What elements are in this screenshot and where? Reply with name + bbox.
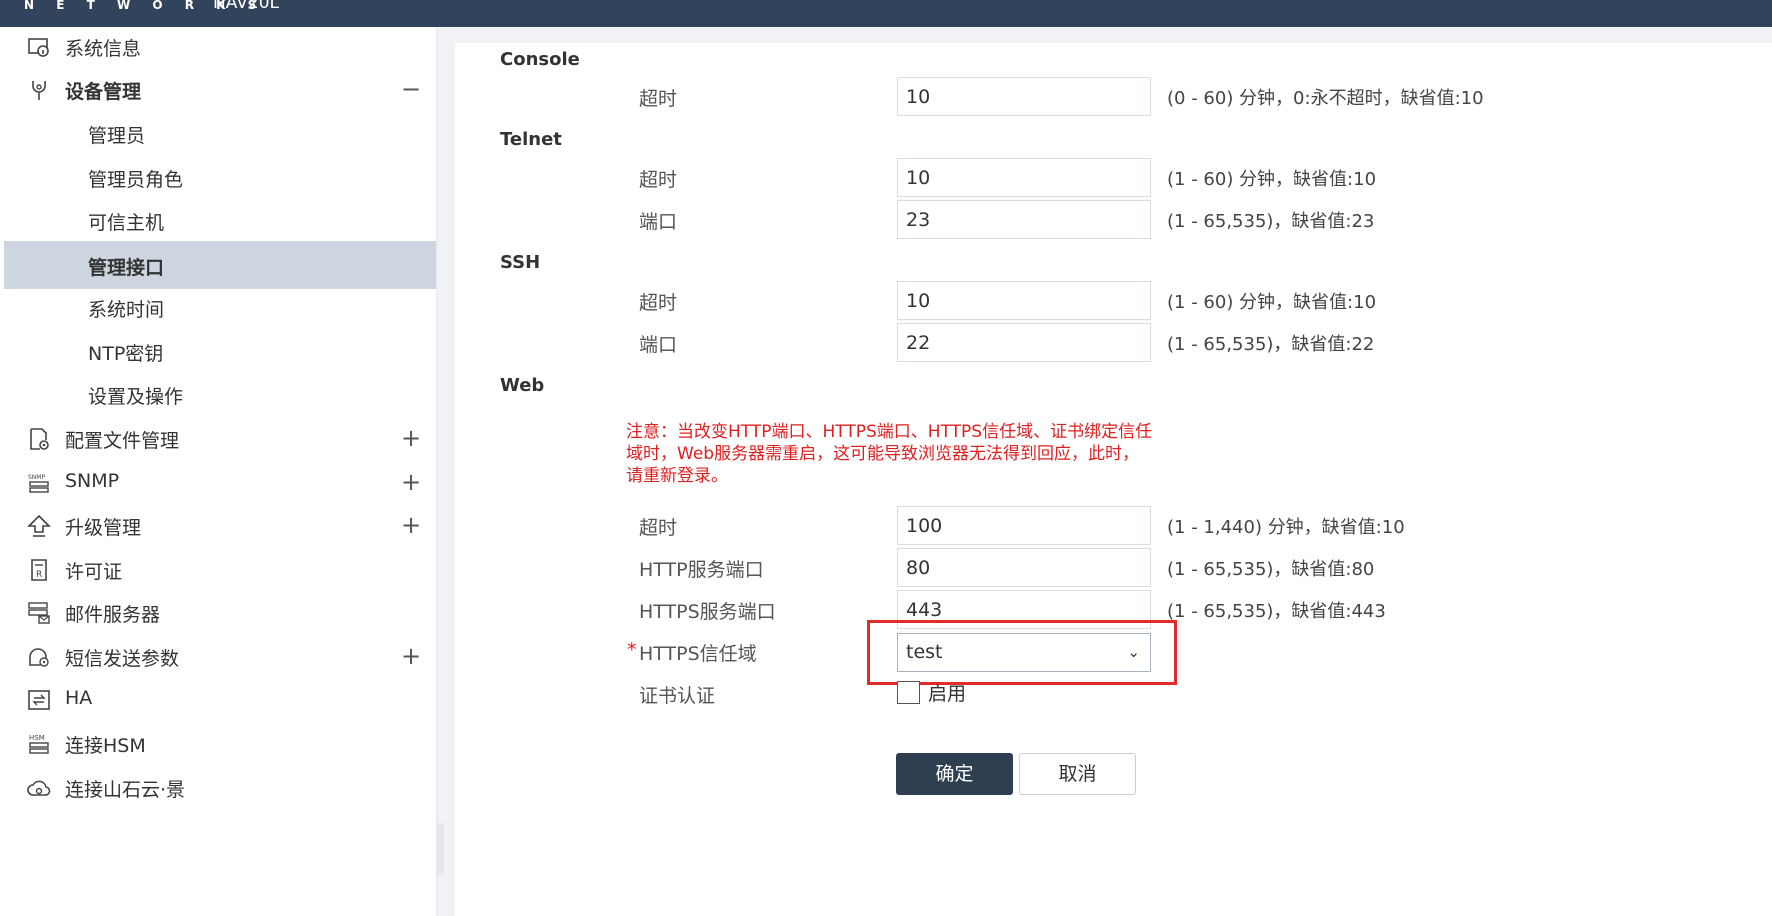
- web-timeout-hint: (1 - 1,440) 分钟，缺省值:10: [1167, 517, 1405, 538]
- sidebar-item-admin[interactable]: 管理员: [4, 109, 436, 157]
- device-manage-icon: [32, 81, 46, 100]
- upgrade-icon: [27, 514, 51, 537]
- hsm-icon: HSM: [29, 734, 49, 754]
- sidebar-item-hsm[interactable]: HSM 连接HSM: [4, 719, 436, 767]
- console-timeout-input[interactable]: [897, 77, 1151, 116]
- sidebar-item-snmp[interactable]: SNMP SNMP +: [4, 458, 436, 506]
- sidebar-item-device-management[interactable]: 设备管理 −: [4, 65, 436, 113]
- confirm-button[interactable]: 确定: [896, 753, 1013, 795]
- web-timeout-input[interactable]: [897, 506, 1151, 545]
- sidebar-item-label: 连接HSM: [65, 735, 146, 757]
- sidebar-item-label: 许可证: [65, 561, 123, 583]
- mail-server-icon: [28, 602, 50, 624]
- expand-icon[interactable]: +: [401, 511, 421, 539]
- web-restart-notice: 注意：当改变HTTP端口、HTTPS端口、HTTPS信任域、证书绑定信任域时，W…: [626, 422, 1153, 486]
- sidebar-item-label: 短信发送参数: [65, 648, 180, 670]
- license-icon: R: [31, 559, 47, 581]
- sidebar-item-label: 管理员: [88, 125, 146, 147]
- config-file-icon: [30, 428, 49, 450]
- sidebar-item-label: 设备管理: [65, 81, 142, 103]
- telnet-timeout-hint: (1 - 60) 分钟，缺省值:10: [1167, 169, 1377, 190]
- cloud-icon: [27, 780, 51, 796]
- console-timeout-hint: (0 - 60) 分钟，0:永不超时，缺省值:10: [1167, 88, 1484, 109]
- https-trust-domain-text: HTTPS信任域: [639, 643, 757, 665]
- web-timeout-label: 超时: [639, 517, 678, 539]
- ssh-timeout-hint: (1 - 60) 分钟，缺省值:10: [1167, 292, 1377, 313]
- main-content: Console 超时 (0 - 60) 分钟，0:永不超时，缺省值:10 Tel…: [455, 43, 1772, 916]
- svg-text:HSM: HSM: [29, 734, 45, 742]
- telnet-timeout-label: 超时: [639, 169, 678, 191]
- telnet-port-hint: (1 - 65,535)，缺省值:23: [1167, 211, 1375, 232]
- sidebar-item-system-time[interactable]: 系统时间: [4, 283, 436, 331]
- section-title-console: Console: [500, 49, 580, 70]
- expand-icon[interactable]: +: [401, 468, 421, 496]
- device-model: NAV20L: [213, 0, 279, 13]
- https-port-label: HTTPS服务端口: [639, 601, 776, 623]
- sidebar-collapse-handle[interactable]: [436, 823, 444, 875]
- telnet-port-input[interactable]: [897, 200, 1151, 239]
- https-trust-domain-label: * HTTPS信任域: [627, 639, 757, 666]
- http-port-input[interactable]: [897, 548, 1151, 587]
- sidebar-item-label: 系统信息: [65, 38, 142, 60]
- http-port-label: HTTP服务端口: [639, 559, 764, 581]
- https-port-hint: (1 - 65,535)，缺省值:443: [1167, 601, 1386, 622]
- svg-text:SNMP: SNMP: [28, 474, 45, 481]
- select-value: test: [906, 641, 943, 663]
- chevron-down-icon: ⌄: [1127, 643, 1140, 661]
- collapse-icon[interactable]: −: [401, 75, 421, 103]
- ssh-port-label: 端口: [639, 334, 678, 356]
- sms-icon: [29, 648, 49, 667]
- cancel-button[interactable]: 取消: [1019, 753, 1136, 795]
- telnet-timeout-input[interactable]: [897, 158, 1151, 197]
- sidebar-item-label: 系统时间: [88, 299, 165, 321]
- sidebar-item-label: 可信主机: [88, 212, 165, 234]
- expand-icon[interactable]: +: [401, 642, 421, 670]
- cert-auth-enable-label: 启用: [928, 683, 967, 705]
- cert-auth-checkbox[interactable]: [897, 681, 920, 704]
- system-info-icon: [28, 38, 49, 57]
- sidebar-item-upgrade[interactable]: 升级管理 +: [4, 501, 436, 549]
- sidebar-item-label: NTP密钥: [88, 343, 164, 365]
- section-title-telnet: Telnet: [500, 129, 562, 150]
- sidebar-item-ntp-key[interactable]: NTP密钥: [4, 327, 436, 375]
- expand-icon[interactable]: +: [401, 424, 421, 452]
- sidebar-item-trusted-host[interactable]: 可信主机: [4, 196, 436, 244]
- sidebar-item-management-interface[interactable]: 管理接口: [4, 241, 436, 289]
- sidebar-item-label: HA: [65, 687, 93, 709]
- cert-auth-label: 证书认证: [639, 685, 716, 707]
- telnet-port-label: 端口: [639, 211, 678, 233]
- sidebar: 系统信息 设备管理 − 管理员 管理员角色 可信主机 管理接口 系统时间 NTP…: [0, 27, 437, 916]
- ssh-timeout-input[interactable]: [897, 281, 1151, 320]
- https-trust-domain-select[interactable]: test ⌄: [897, 633, 1151, 672]
- required-asterisk: *: [627, 639, 637, 661]
- sidebar-item-system-info[interactable]: 系统信息: [4, 22, 436, 70]
- sidebar-item-label: 升级管理: [65, 517, 142, 539]
- sidebar-item-label: 邮件服务器: [65, 604, 161, 626]
- cert-auth-enable[interactable]: 启用: [897, 679, 966, 706]
- sidebar-item-label: SNMP: [65, 470, 120, 492]
- sidebar-item-ha[interactable]: HA: [4, 675, 436, 723]
- sidebar-item-config-file[interactable]: 配置文件管理 +: [4, 414, 436, 462]
- ha-icon: [28, 690, 50, 710]
- sidebar-item-settings-operations[interactable]: 设置及操作: [4, 370, 436, 418]
- section-title-ssh: SSH: [500, 252, 541, 273]
- http-port-hint: (1 - 65,535)，缺省值:80: [1167, 559, 1375, 580]
- ssh-port-input[interactable]: [897, 323, 1151, 362]
- sidebar-item-label: 管理员角色: [88, 169, 184, 191]
- section-title-web: Web: [500, 375, 545, 396]
- sidebar-item-label: 连接山石云·景: [65, 779, 186, 801]
- ssh-timeout-label: 超时: [639, 292, 678, 314]
- sidebar-item-sms[interactable]: 短信发送参数 +: [4, 632, 436, 680]
- sidebar-item-mail-server[interactable]: 邮件服务器: [4, 588, 436, 636]
- sidebar-item-label: 配置文件管理: [65, 430, 180, 452]
- sidebar-item-license[interactable]: R 许可证: [4, 545, 436, 593]
- sidebar-item-label: 设置及操作: [88, 386, 184, 408]
- ssh-port-hint: (1 - 65,535)，缺省值:22: [1167, 334, 1375, 355]
- console-timeout-label: 超时: [639, 88, 678, 110]
- sidebar-item-cloud[interactable]: 连接山石云·景: [4, 763, 436, 811]
- sidebar-item-label: 管理接口: [88, 257, 165, 279]
- svg-text:R: R: [36, 570, 42, 580]
- sidebar-item-admin-role[interactable]: 管理员角色: [4, 153, 436, 201]
- snmp-icon: SNMP: [28, 474, 49, 493]
